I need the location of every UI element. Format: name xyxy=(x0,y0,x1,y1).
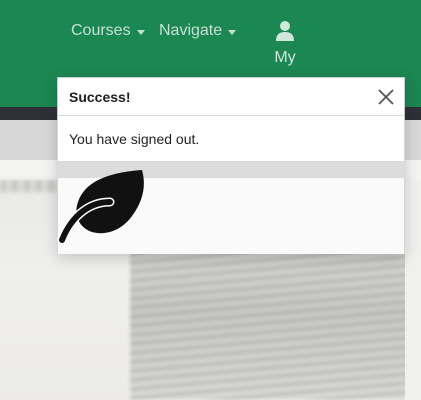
dialog-header: Success! xyxy=(58,78,404,116)
page: Courses Navigate My Success! You have si… xyxy=(0,0,421,400)
user-icon xyxy=(276,21,294,41)
nav-user-label: My xyxy=(274,49,296,66)
nav-courses-dropdown[interactable]: Courses xyxy=(71,22,145,40)
close-icon xyxy=(378,89,394,105)
nav-navigate-dropdown[interactable]: Navigate xyxy=(159,22,237,40)
dialog-body: You have signed out. xyxy=(58,116,404,161)
chevron-down-icon xyxy=(228,29,237,35)
nav-courses-label: Courses xyxy=(71,22,131,39)
dialog-title: Success! xyxy=(69,89,131,105)
leaf-icon xyxy=(57,170,144,245)
background-edge xyxy=(405,180,421,400)
close-button[interactable] xyxy=(375,86,397,108)
dialog-message: You have signed out. xyxy=(69,131,200,147)
chevron-down-icon xyxy=(136,29,145,35)
nav-navigate-label: Navigate xyxy=(159,22,223,39)
nav-user-menu[interactable]: My xyxy=(264,20,306,67)
